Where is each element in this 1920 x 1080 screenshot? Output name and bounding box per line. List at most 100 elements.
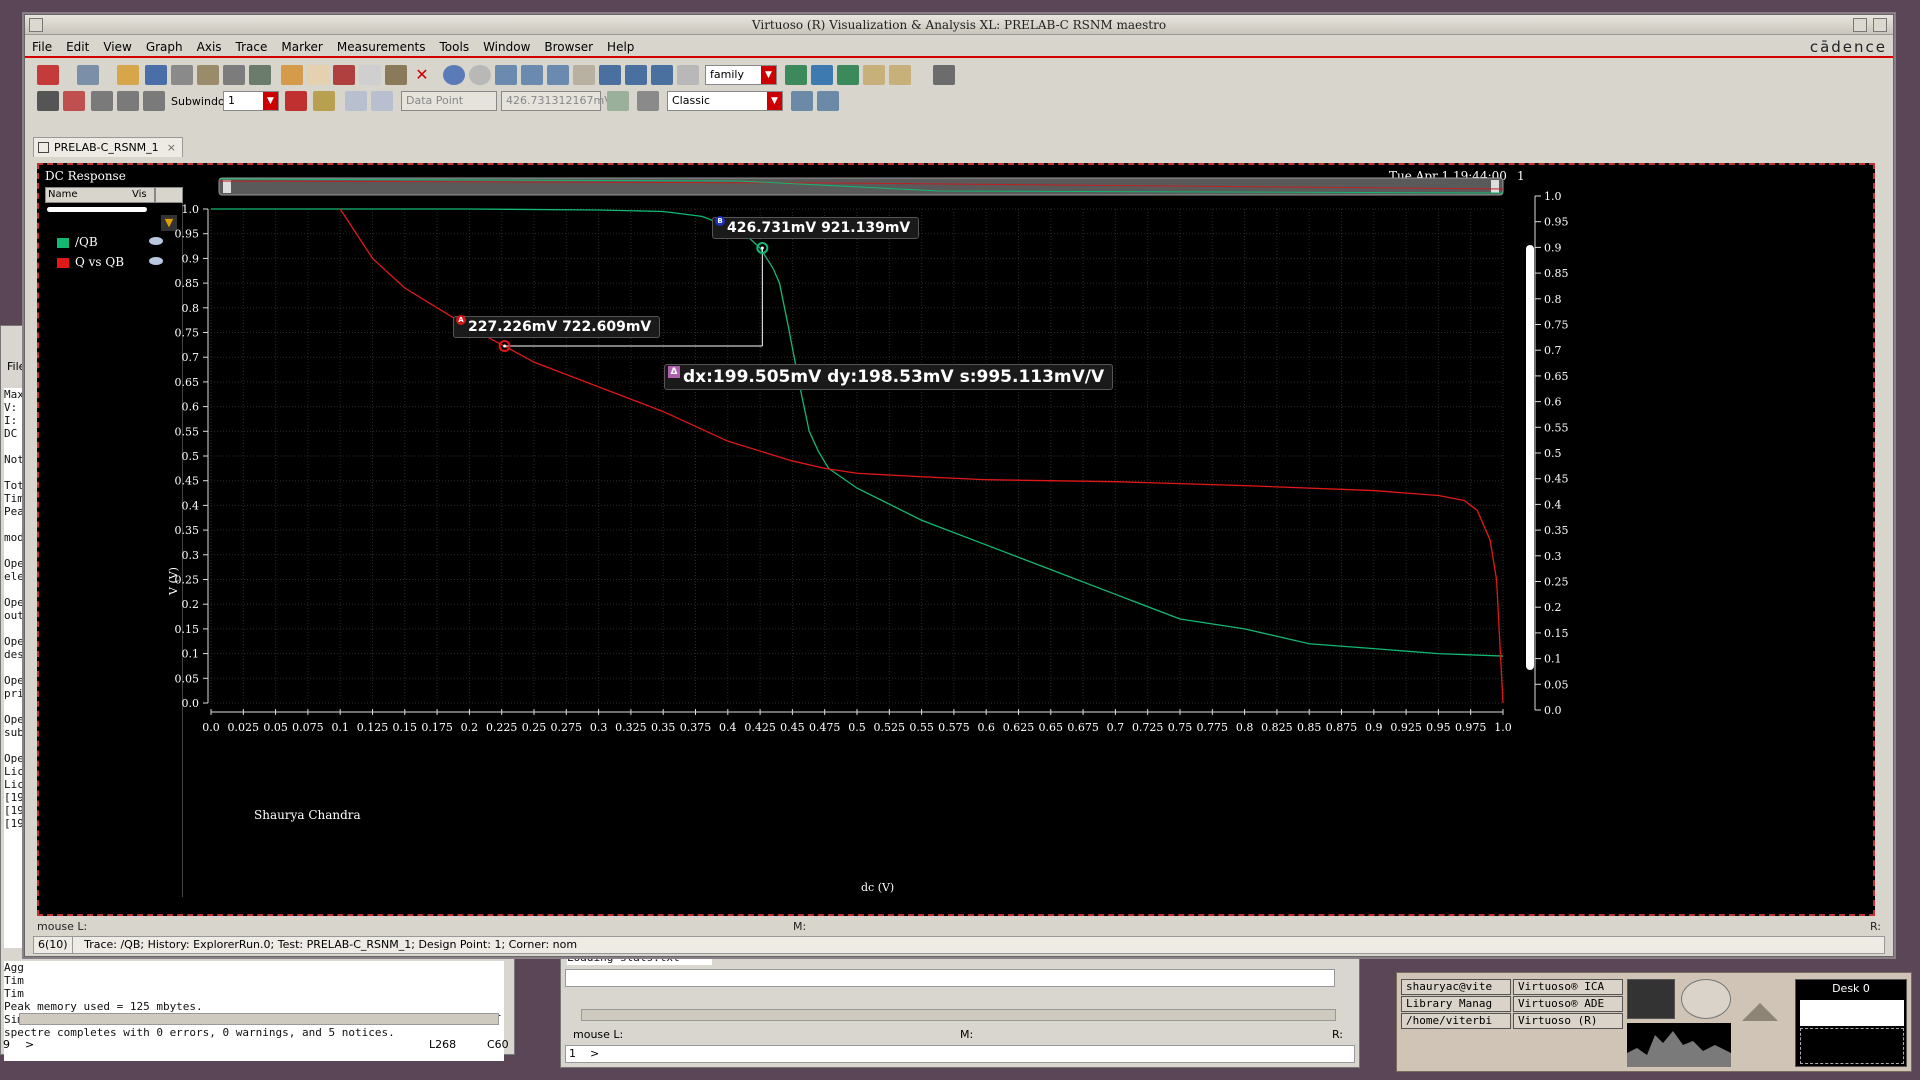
taskbar-item-library-manager[interactable]: Library Manag	[1401, 996, 1511, 1012]
calculator-small-icon[interactable]	[637, 91, 659, 111]
strip-chart-icon[interactable]	[785, 65, 807, 85]
zoom-out-icon[interactable]	[521, 65, 543, 85]
stack-icon[interactable]	[811, 65, 833, 85]
delta-marker-label[interactable]: Δ dx:199.505mV dy:198.53mV s:995.113mV/V	[664, 364, 1114, 390]
tab-close-icon[interactable]: ×	[167, 138, 176, 158]
up-arrow-icon[interactable]	[1742, 1003, 1778, 1021]
taskbar-item-terminal[interactable]: shauryac@vite	[1401, 979, 1511, 995]
save-icon[interactable]	[145, 65, 167, 85]
split-icon[interactable]	[837, 65, 859, 85]
right-tick-label: 0.5	[1544, 447, 1562, 460]
window-menu-button[interactable]	[29, 18, 43, 32]
y-tick-label: 1.0	[182, 203, 200, 216]
pointer-icon[interactable]	[37, 91, 59, 111]
minimize-button[interactable]	[1853, 18, 1867, 32]
menu-window[interactable]: Window	[476, 36, 537, 58]
prev-point-icon[interactable]	[345, 91, 367, 111]
taskbar-item-home-dir[interactable]: /home/viterbi	[1401, 1013, 1511, 1029]
zoom-in-icon[interactable]	[495, 65, 517, 85]
layout-cols-icon[interactable]	[117, 91, 139, 111]
menu-help[interactable]: Help	[600, 36, 641, 58]
undo-icon[interactable]	[281, 65, 303, 85]
zoom-region-icon[interactable]	[625, 65, 647, 85]
menu-browser[interactable]: Browser	[537, 36, 600, 58]
dc-response-chart[interactable]: 0.00.050.10.150.20.250.30.350.40.450.50.…	[39, 165, 1873, 914]
menu-graph[interactable]: Graph	[139, 36, 190, 58]
layout-rows-icon[interactable]	[91, 91, 113, 111]
menu-axis[interactable]: Axis	[190, 36, 229, 58]
flag-icon[interactable]	[285, 91, 307, 111]
vertical-scrollbar[interactable]	[1526, 245, 1534, 670]
grid-icon[interactable]	[933, 65, 955, 85]
taskbar-item-virtuoso-viz[interactable]: Virtuoso (R)	[1513, 1013, 1623, 1029]
x-tick-label: 0.475	[809, 721, 841, 734]
taskbar-item-virtuoso-ade[interactable]: Virtuoso® ADE	[1513, 996, 1623, 1012]
graph-window[interactable]: DC Response Tue Apr 1 19:44:00 2025 1 Na…	[37, 163, 1875, 916]
cut-icon[interactable]	[333, 65, 355, 85]
layout-grid-icon[interactable]	[143, 91, 165, 111]
new-subwindow-icon[interactable]	[77, 65, 99, 85]
window-title: Virtuoso (R) Visualization & Analysis XL…	[751, 18, 1167, 32]
next-point-icon[interactable]	[371, 91, 393, 111]
print-icon[interactable]	[171, 65, 193, 85]
info-icon[interactable]	[313, 91, 335, 111]
compare-icon[interactable]	[889, 65, 911, 85]
marker-b-label[interactable]: B 426.731mV 921.139mV	[712, 216, 920, 239]
x-tick-label: 0.775	[1197, 721, 1229, 734]
fit-all-icon[interactable]	[677, 65, 699, 85]
menu-tools[interactable]: Tools	[433, 36, 477, 58]
right-tick-label: 0.6	[1544, 396, 1562, 409]
menu-measurements[interactable]: Measurements	[330, 36, 433, 58]
log-scrollbar[interactable]	[581, 1009, 1336, 1021]
datapoint-combo[interactable]: Data Point	[401, 91, 497, 111]
terminal-menu-file[interactable]: File	[7, 360, 25, 373]
taskbar-item-virtuoso-ica[interactable]: Virtuoso® ICA	[1513, 979, 1623, 995]
redo-icon[interactable]	[307, 65, 329, 85]
y-tick-label: 0.1	[182, 648, 200, 661]
zoom-box-icon[interactable]	[599, 65, 621, 85]
x-tick-label: 0.0	[202, 721, 220, 734]
menu-file[interactable]: File	[25, 36, 59, 58]
zoom-fit-icon[interactable]	[443, 65, 465, 85]
tab-prelab-rsnm[interactable]: PRELAB-C_RSNM_1 ×	[33, 137, 183, 157]
zoom-x-icon[interactable]	[547, 65, 569, 85]
family-combo[interactable]: family ▼	[705, 65, 777, 85]
paste-icon[interactable]	[385, 65, 407, 85]
calculator-icon[interactable]	[197, 65, 219, 85]
histogram-icon[interactable]	[607, 91, 629, 111]
main-window[interactable]: Virtuoso (R) Visualization & Analysis XL…	[24, 14, 1894, 957]
edit-icon[interactable]	[249, 65, 271, 85]
desktop-pager[interactable]: Desk 0	[1795, 979, 1907, 1067]
overlay-icon[interactable]	[863, 65, 885, 85]
maximize-button[interactable]	[1873, 18, 1887, 32]
background-log-window[interactable]: Loading stats.txt mouse L: M: R: 1 >	[560, 950, 1360, 1068]
window-titlebar[interactable]: Virtuoso (R) Visualization & Analysis XL…	[25, 15, 1893, 35]
delete-icon[interactable]: ✕	[411, 65, 433, 85]
table-icon[interactable]	[223, 65, 245, 85]
copy-graph-icon[interactable]	[791, 91, 813, 111]
datapoint-value-field[interactable]: 426.731312167mV	[501, 91, 612, 111]
menu-edit[interactable]: Edit	[59, 36, 96, 58]
detach-icon[interactable]	[817, 91, 839, 111]
pan-icon[interactable]	[573, 65, 595, 85]
menu-view[interactable]: View	[96, 36, 138, 58]
y-tick-label: 0.05	[175, 672, 200, 685]
log-prompt[interactable]: 1 >	[565, 1045, 1355, 1063]
copy-icon[interactable]	[359, 65, 381, 85]
open-icon[interactable]	[117, 65, 139, 85]
new-window-icon[interactable]	[37, 65, 59, 85]
menu-marker[interactable]: Marker	[274, 36, 329, 58]
x-tick-label: 0.325	[615, 721, 647, 734]
zoom-reset-icon[interactable]	[469, 65, 491, 85]
style-combo[interactable]: Classic ▼	[667, 91, 783, 111]
terminal-scrollbar[interactable]	[19, 1013, 499, 1025]
x-tick-label: 0.025	[228, 721, 259, 734]
subwindow-combo[interactable]: 1 ▼	[223, 91, 279, 111]
right-tick-label: 0.25	[1544, 576, 1569, 589]
right-tick-label: 0.75	[1544, 319, 1569, 332]
x-tick-label: 0.575	[938, 721, 970, 734]
marker-a-label[interactable]: A 227.226mV 722.609mV	[453, 315, 661, 338]
menu-trace[interactable]: Trace	[229, 36, 275, 58]
marker-icon[interactable]	[63, 91, 85, 111]
zoom-y-icon[interactable]	[651, 65, 673, 85]
